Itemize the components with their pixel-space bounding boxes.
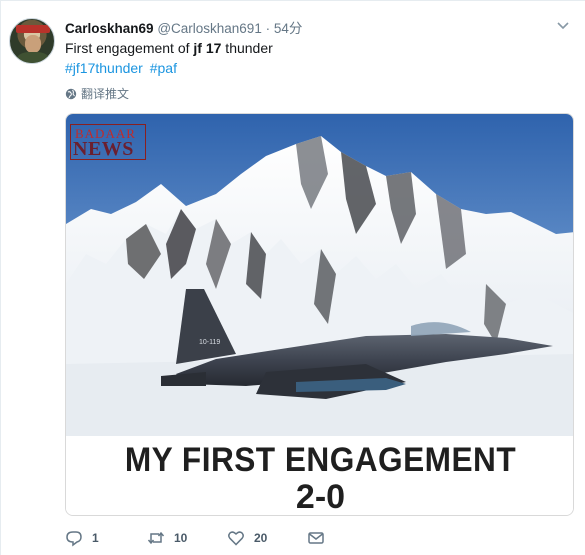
separator-dot: · (265, 21, 271, 36)
globe-icon (65, 88, 77, 99)
reply-button[interactable]: 1 (65, 529, 99, 547)
badaar-news-logo: BADAAR NEWS (70, 124, 146, 160)
hashtag-link[interactable]: #jf17thunder (65, 60, 143, 76)
tweet-card[interactable]: Carloskhan69 @Carloskhan691 · 54分 First … (0, 0, 585, 555)
tweet-header: Carloskhan69 @Carloskhan691 · 54分 (65, 17, 302, 37)
tweet-text-bold: jf 17 (193, 40, 222, 56)
reply-icon (66, 531, 82, 547)
caption-line2: 2-0 (295, 478, 346, 516)
envelope-icon (308, 532, 324, 544)
tweet-actions: 1 10 20 (65, 529, 365, 549)
tweet-text-prefix: First engagement of (65, 40, 194, 56)
user-handle[interactable]: @Carloskhan691 (157, 21, 262, 36)
chevron-down-icon[interactable] (557, 21, 569, 31)
translate-label: 翻译推文 (81, 87, 130, 101)
avatar-band (16, 25, 50, 33)
logo-line2: NEWS (73, 138, 134, 160)
image-caption: MY FIRST ENGAGEMENT 2-0 (66, 436, 573, 516)
avatar[interactable] (9, 18, 55, 64)
heart-icon (228, 531, 244, 546)
display-name[interactable]: Carloskhan69 (65, 21, 154, 36)
like-button[interactable]: 20 (227, 529, 267, 547)
avatar-body (17, 52, 49, 63)
retweet-icon (147, 531, 165, 545)
reply-count: 1 (92, 531, 99, 545)
hashtag-link[interactable]: #paf (150, 60, 177, 76)
avatar-face (25, 35, 41, 53)
tweet-timestamp[interactable]: 54分 (274, 21, 303, 36)
retweet-button[interactable]: 10 (147, 529, 187, 547)
direct-message-button[interactable] (307, 529, 325, 547)
hashtag-list: #jf17thunder #paf (65, 58, 180, 78)
caption-line1: MY FIRST ENGAGEMENT (124, 441, 517, 479)
mountain-jet-photo: 10-119 (66, 114, 573, 436)
tweet-text-suffix: thunder (221, 40, 273, 56)
aircraft-marking: 10-119 (199, 339, 220, 346)
translate-tweet-link[interactable]: 翻译推文 (65, 85, 129, 102)
tweet-media-image[interactable]: 10-119 BADAAR NEWS MY FIRST ENGAGEMENT 2… (65, 113, 574, 516)
retweet-count: 10 (174, 531, 188, 545)
tweet-text: First engagement of jf 17 thunder (65, 38, 273, 58)
like-count: 20 (254, 531, 268, 545)
